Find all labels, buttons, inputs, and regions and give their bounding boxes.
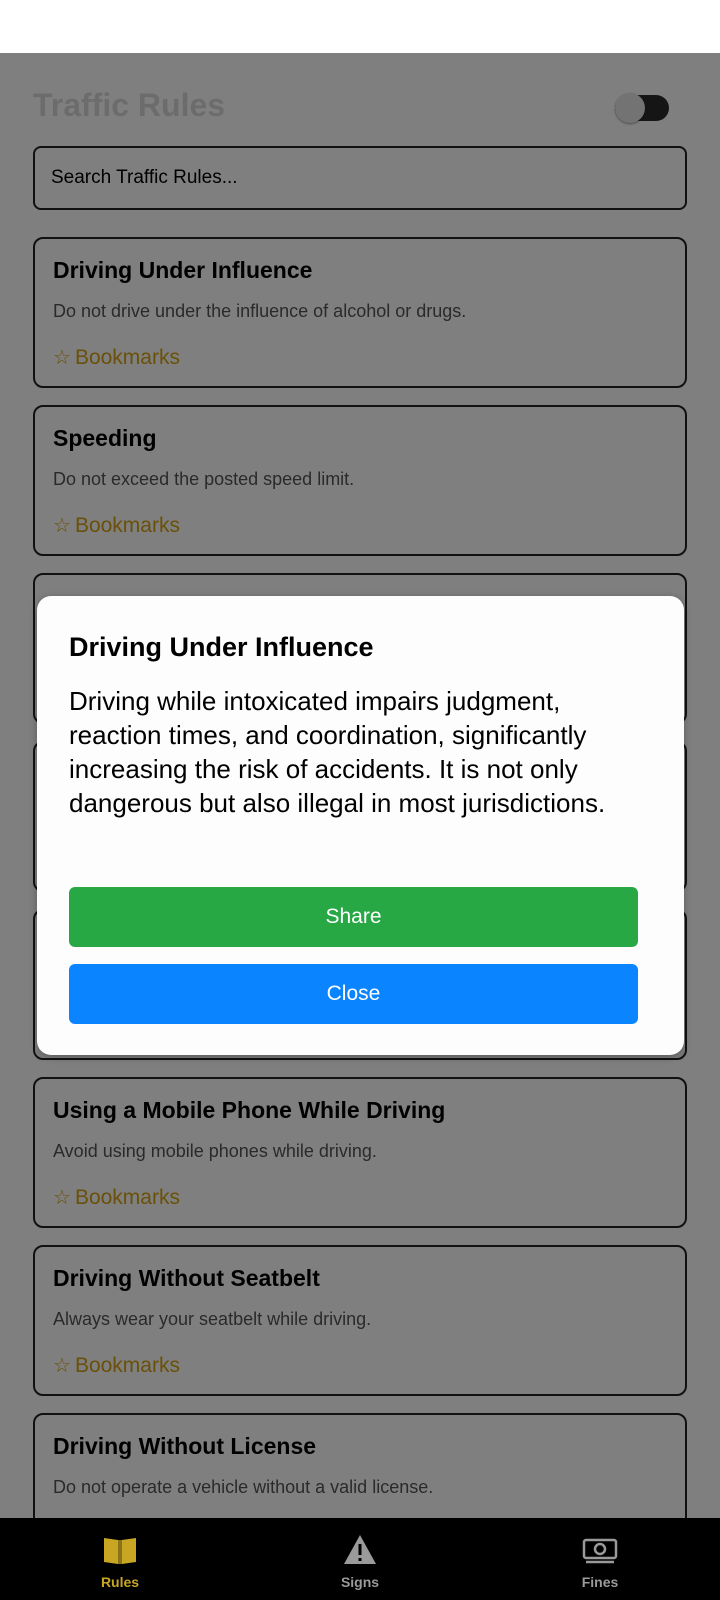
tab-fines[interactable]: Fines [540, 1518, 660, 1600]
bottom-tab-bar: Rules Signs Fines [0, 1518, 720, 1600]
share-button[interactable]: Share [69, 887, 638, 947]
tab-signs[interactable]: Signs [300, 1518, 420, 1600]
tab-label: Rules [100, 1574, 140, 1590]
tab-rules[interactable]: Rules [60, 1518, 180, 1600]
status-bar [0, 0, 720, 53]
book-icon [104, 1538, 136, 1564]
warning-icon [344, 1535, 376, 1564]
tab-label: Signs [340, 1574, 380, 1590]
close-button[interactable]: Close [69, 964, 638, 1024]
tab-label: Fines [581, 1574, 619, 1590]
modal-title: Driving Under Influence [69, 632, 374, 662]
rule-detail-modal: Driving Under Influence Driving while in… [37, 596, 684, 1055]
money-icon [582, 1538, 618, 1564]
modal-body: Driving while intoxicated impairs judgme… [69, 686, 606, 818]
